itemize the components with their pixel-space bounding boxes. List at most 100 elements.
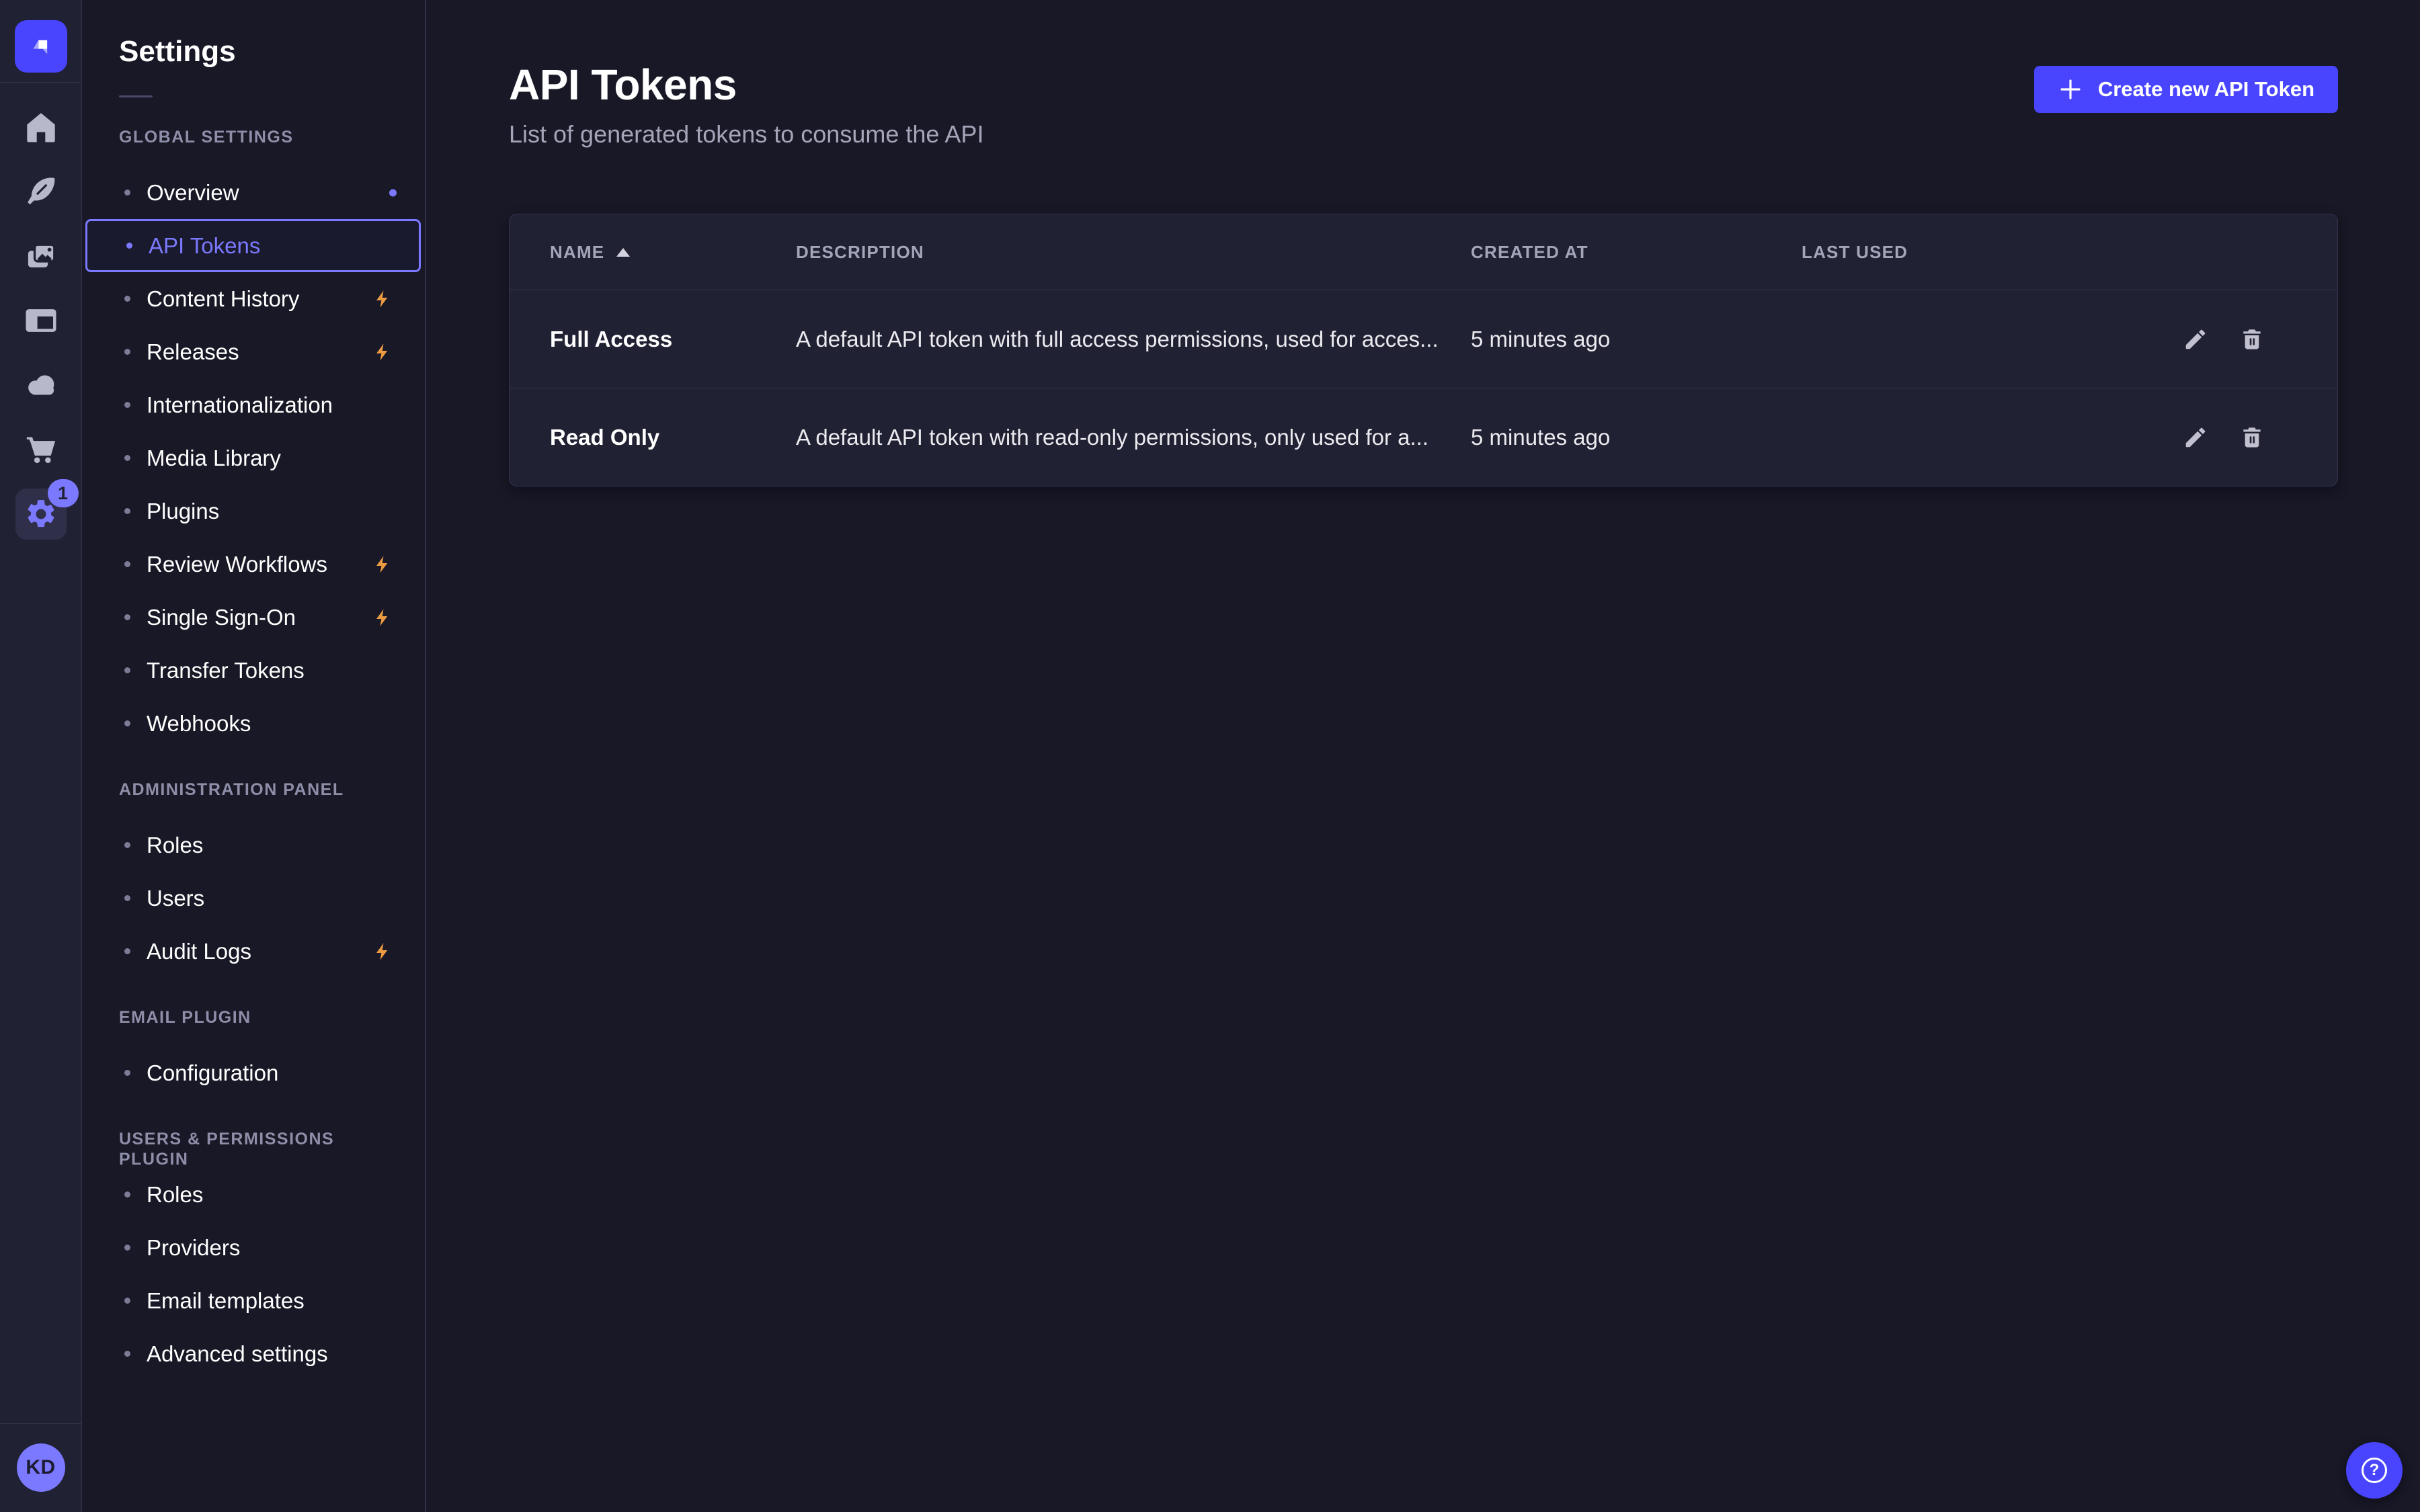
bullet-dot: [124, 1245, 130, 1251]
edit-token-button[interactable]: [2183, 425, 2208, 450]
subnav-title: Settings: [119, 35, 425, 69]
lightning-icon: [372, 941, 393, 962]
edit-token-button[interactable]: [2183, 327, 2208, 352]
strapi-logo-icon: [26, 32, 56, 61]
sidebar-item-single-sign-on[interactable]: Single Sign-On: [85, 591, 421, 644]
bullet-dot: [124, 296, 130, 302]
sidebar-item-internationalization[interactable]: Internationalization: [85, 378, 421, 431]
sidebar-item-up-email-templates[interactable]: Email templates: [85, 1274, 421, 1327]
lightning-icon: [372, 554, 393, 575]
table-row-read-only[interactable]: Read Only A default API token with read-…: [510, 388, 2337, 486]
sidebar-item-label: Users: [147, 886, 204, 911]
sidebar-item-plugins[interactable]: Plugins: [85, 485, 421, 538]
sidebar-item-label: Review Workflows: [147, 552, 327, 577]
api-tokens-table: NAME DESCRIPTION CREATED AT LAST USED Fu…: [509, 214, 2338, 487]
sidebar-item-label: Single Sign-On: [147, 605, 296, 630]
column-header-last-used: LAST USED: [1802, 242, 2091, 263]
sidebar-item-label: Media Library: [147, 446, 281, 471]
rail-cloud-button[interactable]: [9, 353, 73, 417]
section-global-settings: GLOBAL SETTINGS Overview API Tokens Cont…: [82, 127, 425, 750]
content-builder-icon: [23, 302, 59, 339]
main-nav-rail: 1 KD: [0, 0, 82, 1512]
rail-bottom: KD: [0, 1423, 81, 1512]
column-header-name-label: NAME: [550, 242, 604, 263]
table-header-row: NAME DESCRIPTION CREATED AT LAST USED: [510, 214, 2337, 290]
rail-divider: [0, 82, 82, 83]
section-email-plugin: EMAIL PLUGIN Configuration: [82, 1007, 425, 1099]
rail-content-manager-button[interactable]: [9, 159, 73, 224]
bullet-dot: [126, 243, 132, 249]
lightning-icon: [372, 607, 393, 628]
column-header-name[interactable]: NAME: [550, 242, 796, 263]
section-header-email-plugin: EMAIL PLUGIN: [119, 1007, 388, 1027]
sidebar-item-email-configuration[interactable]: Configuration: [85, 1046, 421, 1099]
sidebar-item-label: Providers: [147, 1235, 240, 1261]
bullet-dot: [124, 614, 130, 620]
section-header-global-settings: GLOBAL SETTINGS: [119, 127, 388, 147]
help-button[interactable]: ?: [2346, 1442, 2403, 1499]
sidebar-item-api-tokens[interactable]: API Tokens: [85, 219, 421, 272]
sidebar-item-review-workflows[interactable]: Review Workflows: [85, 538, 421, 591]
delete-token-button[interactable]: [2239, 425, 2265, 450]
sidebar-item-audit-logs[interactable]: Audit Logs: [85, 925, 421, 978]
token-description: A default API token with read-only permi…: [796, 425, 1471, 450]
rail-settings-button[interactable]: 1: [9, 482, 73, 546]
sidebar-item-webhooks[interactable]: Webhooks: [85, 697, 421, 750]
subnav-title-divider: [119, 95, 153, 97]
column-header-created-at: CREATED AT: [1471, 242, 1802, 263]
sidebar-item-admin-users[interactable]: Users: [85, 872, 421, 925]
sidebar-item-up-advanced-settings[interactable]: Advanced settings: [85, 1327, 421, 1380]
sidebar-item-up-providers[interactable]: Providers: [85, 1221, 421, 1274]
page-header: API Tokens List of generated tokens to c…: [509, 0, 2338, 146]
sidebar-item-content-history[interactable]: Content History: [85, 272, 421, 325]
user-avatar[interactable]: KD: [17, 1443, 65, 1492]
sidebar-item-label: Content History: [147, 286, 299, 312]
sidebar-item-overview[interactable]: Overview: [85, 166, 421, 219]
sidebar-item-label: Roles: [147, 833, 203, 858]
create-api-token-label: Create new API Token: [2098, 77, 2314, 101]
rail-content-builder-button[interactable]: [9, 288, 73, 353]
marketplace-cart-icon: [23, 431, 59, 468]
create-api-token-button[interactable]: Create new API Token: [2034, 66, 2338, 113]
sidebar-item-label: Internationalization: [147, 392, 333, 418]
pencil-icon: [2183, 327, 2208, 352]
strapi-logo[interactable]: [15, 20, 67, 73]
sidebar-item-label: Audit Logs: [147, 939, 251, 964]
sidebar-item-media-library[interactable]: Media Library: [85, 431, 421, 485]
row-actions: [2091, 425, 2297, 450]
sidebar-item-label: Transfer Tokens: [147, 658, 305, 683]
sidebar-item-label: Advanced settings: [147, 1341, 328, 1367]
bullet-dot: [124, 561, 130, 567]
rail-home-button[interactable]: [9, 95, 73, 159]
sidebar-item-admin-roles[interactable]: Roles: [85, 818, 421, 872]
cloud-icon: [22, 366, 61, 405]
sidebar-item-label: Overview: [147, 180, 239, 206]
sidebar-item-label: Releases: [147, 339, 239, 365]
rail-icon-list: 1: [9, 95, 73, 546]
rail-marketplace-button[interactable]: [9, 417, 73, 482]
sidebar-item-label: Email templates: [147, 1288, 305, 1314]
rail-bottom-divider: [0, 1423, 81, 1424]
row-actions: [2091, 327, 2297, 352]
bullet-dot: [124, 948, 130, 954]
sidebar-item-up-roles[interactable]: Roles: [85, 1168, 421, 1221]
bullet-dot: [124, 1298, 130, 1304]
lightning-icon: [372, 289, 393, 309]
table-row-full-access[interactable]: Full Access A default API token with ful…: [510, 290, 2337, 388]
sidebar-item-label: Webhooks: [147, 711, 251, 737]
token-name: Read Only: [550, 425, 796, 450]
delete-token-button[interactable]: [2239, 327, 2265, 352]
sidebar-item-label: Configuration: [147, 1060, 278, 1086]
main-content: API Tokens List of generated tokens to c…: [426, 0, 2420, 1512]
sidebar-item-label: Roles: [147, 1182, 203, 1208]
section-administration-panel: ADMINISTRATION PANEL Roles Users Audit L…: [82, 780, 425, 978]
bullet-dot: [124, 349, 130, 355]
media-library-icon: [23, 238, 59, 274]
token-name: Full Access: [550, 327, 796, 352]
bullet-dot: [124, 667, 130, 673]
rail-media-library-button[interactable]: [9, 224, 73, 288]
bullet-dot: [124, 190, 130, 196]
sidebar-item-transfer-tokens[interactable]: Transfer Tokens: [85, 644, 421, 697]
sidebar-item-label: API Tokens: [149, 233, 260, 259]
sidebar-item-releases[interactable]: Releases: [85, 325, 421, 378]
